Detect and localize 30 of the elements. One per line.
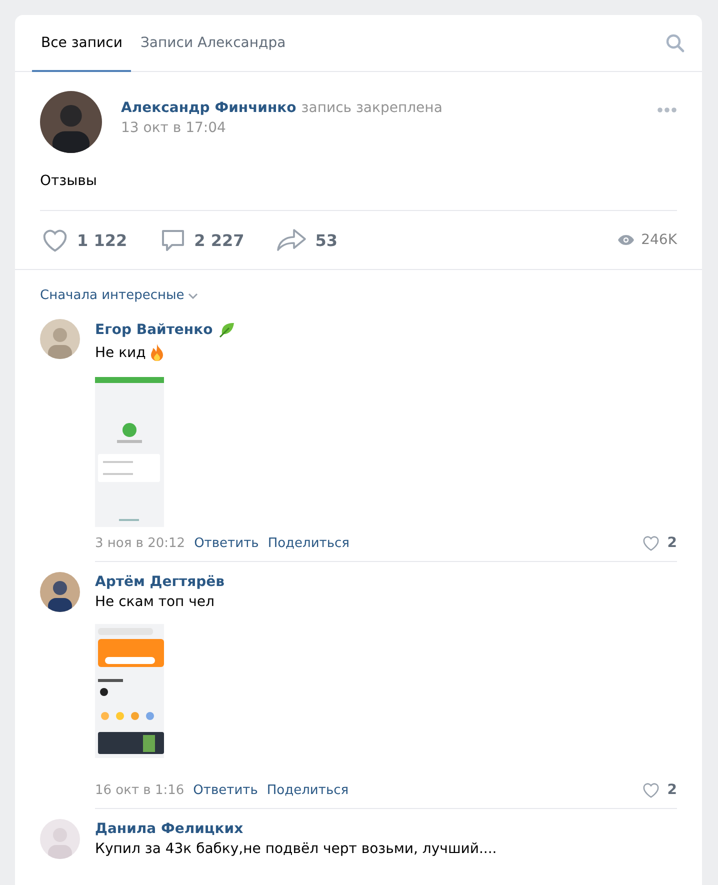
eye-icon bbox=[617, 234, 636, 246]
commenter-name[interactable]: Егор Вайтенко bbox=[95, 322, 213, 338]
post-text: Отзывы bbox=[40, 173, 98, 189]
chevron-icon bbox=[188, 292, 198, 298]
tab[interactable]: Все записи bbox=[32, 15, 132, 72]
comment-text: Не кид bbox=[95, 345, 146, 361]
post-date: 13 окт в 17:04 bbox=[121, 120, 227, 136]
like-button[interactable]: 2 bbox=[641, 780, 677, 800]
share-arrow-icon bbox=[276, 227, 308, 253]
comment-text: Не скам топ чел bbox=[95, 594, 214, 610]
reply-link[interactable]: Ответить bbox=[193, 782, 258, 798]
tab[interactable]: Записи Александра bbox=[131, 15, 295, 72]
comment-button[interactable]: 2 227 bbox=[159, 226, 244, 254]
comment-text: Купил за 43к бабку,не подвёл черт возьми, лучший.... bbox=[95, 841, 497, 857]
pinned-status: запись закреплена bbox=[301, 100, 442, 116]
like-button[interactable]: 2 bbox=[641, 533, 677, 553]
commenter-name[interactable]: Данила Фелицких bbox=[95, 821, 244, 837]
author-name[interactable]: Александр Финчинко bbox=[121, 100, 296, 116]
heart-icon bbox=[641, 780, 662, 800]
share-link[interactable]: Поделиться bbox=[266, 782, 349, 798]
sort-dropdown[interactable]: Сначала интересные bbox=[40, 288, 198, 303]
commenter-name[interactable]: Артём Дегтярёв bbox=[95, 574, 225, 590]
view-count: 246K bbox=[641, 232, 677, 248]
comment-date: 16 окт в 1:16 bbox=[95, 782, 184, 798]
like-button[interactable]: 1 122 bbox=[40, 225, 128, 255]
heart-icon bbox=[641, 533, 662, 553]
share-button[interactable]: 53 bbox=[276, 227, 338, 253]
comment-date: 3 ноя в 20:12 bbox=[95, 536, 186, 550]
reply-link[interactable]: Ответить bbox=[194, 536, 259, 550]
share-link[interactable]: Поделиться bbox=[268, 536, 350, 550]
